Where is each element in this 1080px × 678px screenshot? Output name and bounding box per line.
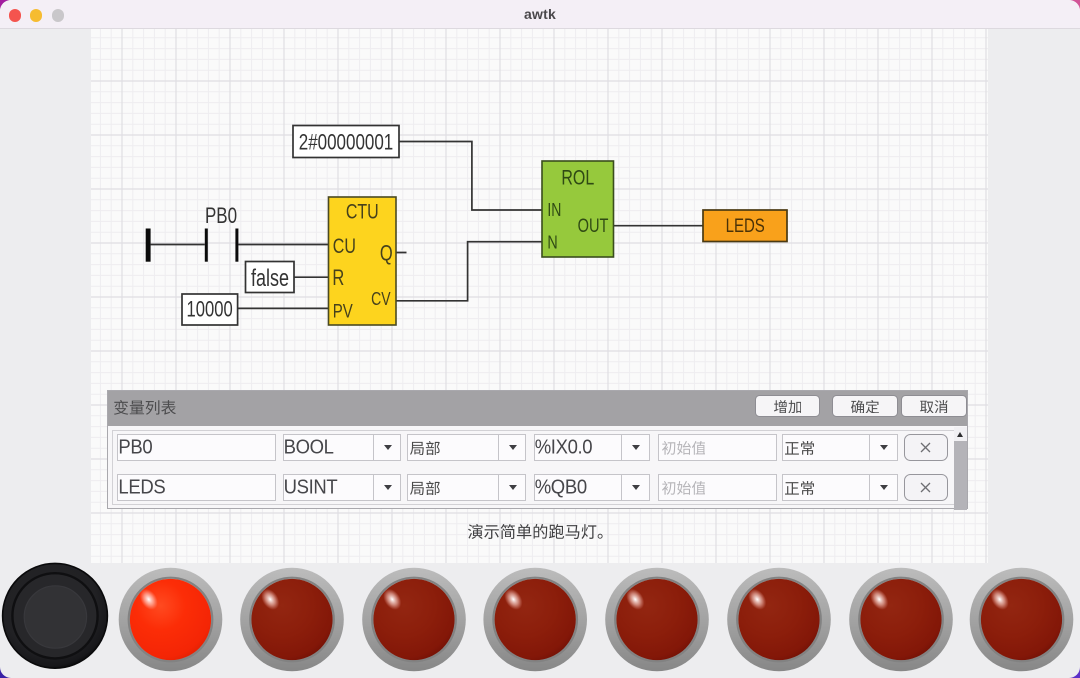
svg-text:CTU: CTU xyxy=(346,199,379,223)
svg-text:2#00000001: 2#00000001 xyxy=(299,130,393,155)
svg-text:LEDS: LEDS xyxy=(726,214,765,237)
svg-text:N: N xyxy=(547,232,557,253)
svg-text:CV: CV xyxy=(371,289,390,309)
svg-text:PB0: PB0 xyxy=(205,204,237,229)
svg-text:Q: Q xyxy=(380,242,393,266)
svg-text:IN: IN xyxy=(547,200,561,220)
svg-text:false: false xyxy=(251,266,289,292)
svg-text:PV: PV xyxy=(333,300,353,323)
svg-text:ROL: ROL xyxy=(561,165,594,189)
svg-text:CU: CU xyxy=(333,234,356,258)
svg-text:10000: 10000 xyxy=(187,297,233,322)
svg-text:OUT: OUT xyxy=(578,215,609,236)
svg-text:R: R xyxy=(332,267,344,291)
